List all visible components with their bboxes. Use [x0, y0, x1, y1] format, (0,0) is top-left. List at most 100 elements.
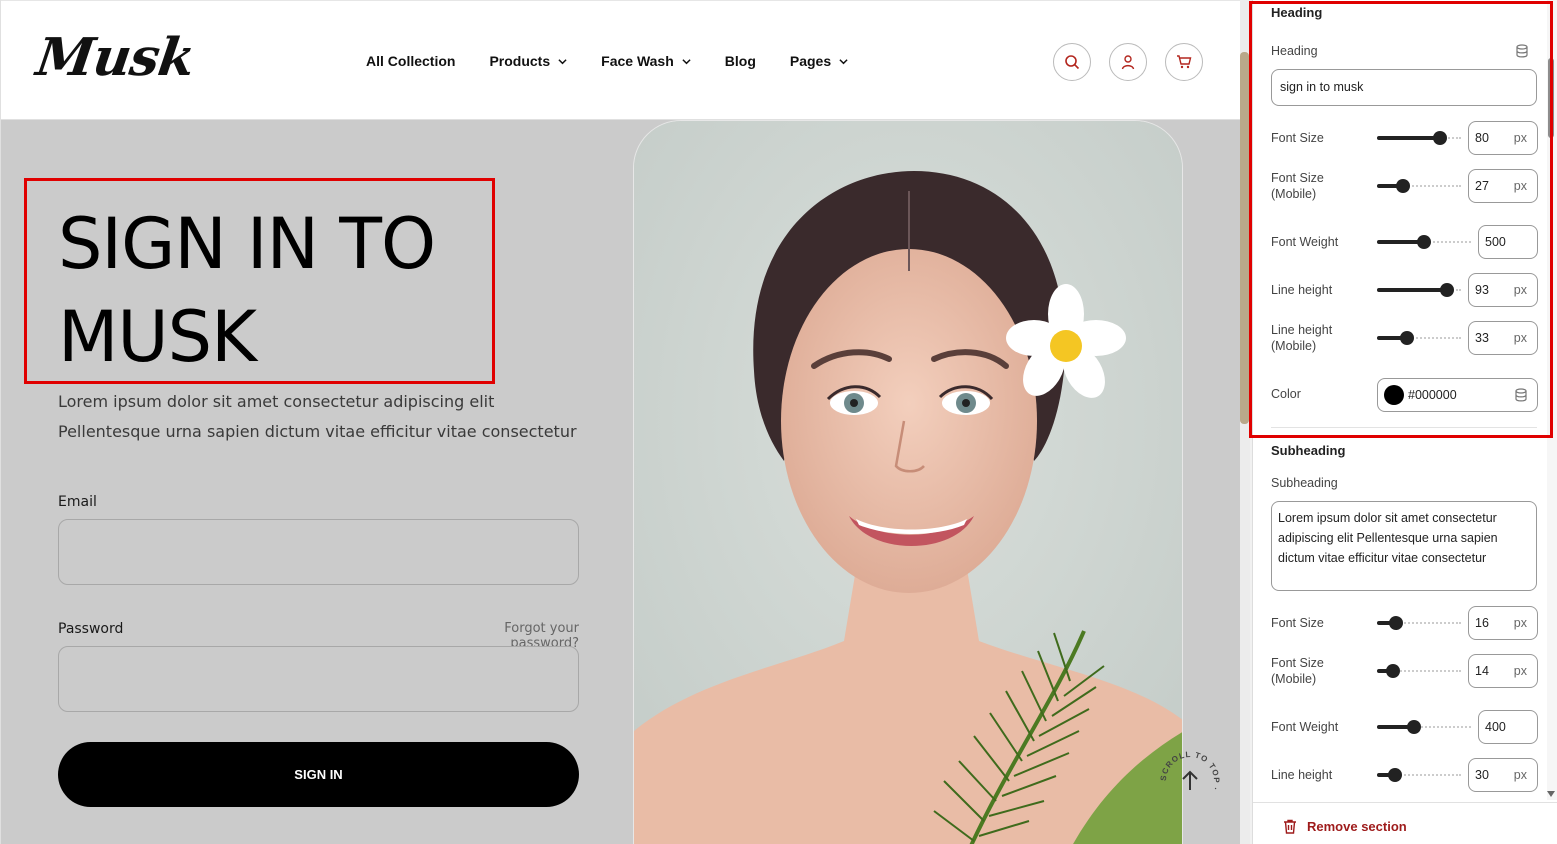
login-subheading: Lorem ipsum dolor sit amet consectetur a…	[58, 387, 598, 447]
unit-label: px	[1513, 664, 1527, 678]
slider-handle[interactable]	[1388, 768, 1403, 782]
font-weight-label: Font Weight	[1271, 235, 1339, 249]
slider-handle[interactable]	[1406, 720, 1421, 734]
line-height-mobile-label: Line height (Mobile)	[1271, 322, 1332, 354]
scroll-to-top-button[interactable]: SCROLL TO TOP ·	[1157, 748, 1223, 814]
nav-label: All Collection	[366, 53, 456, 69]
label-line: (Mobile)	[1271, 187, 1317, 201]
label-line: Font Size	[1271, 656, 1324, 670]
line-height-slider[interactable]	[1377, 282, 1461, 298]
nav-item-face-wash[interactable]: Face Wash	[601, 53, 691, 69]
model-portrait-image	[634, 121, 1182, 844]
nav-item-products[interactable]: Products	[489, 53, 567, 69]
heading-section-title: Heading	[1271, 5, 1323, 20]
unit-label: px	[1513, 768, 1527, 782]
font-size-mobile-label: Font Size (Mobile)	[1271, 170, 1324, 202]
color-swatch[interactable]	[1384, 385, 1404, 405]
slider-handle[interactable]	[1400, 331, 1415, 345]
input-value: 16	[1475, 616, 1489, 630]
sub-font-weight-slider[interactable]	[1377, 719, 1471, 735]
sub-font-size-slider[interactable]	[1377, 615, 1461, 631]
line-height-mobile-slider[interactable]	[1377, 330, 1461, 346]
label-line: (Mobile)	[1271, 672, 1317, 686]
font-size-input[interactable]: 80 px	[1468, 121, 1538, 155]
header-search-button[interactable]	[1053, 43, 1091, 81]
email-field[interactable]	[58, 519, 579, 585]
sub-font-size-mobile-input[interactable]: 14 px	[1468, 654, 1538, 688]
font-size-mobile-slider[interactable]	[1377, 178, 1461, 194]
dynamic-source-icon[interactable]	[1514, 388, 1528, 402]
font-weight-slider[interactable]	[1377, 234, 1471, 250]
slider-handle[interactable]	[1433, 131, 1447, 145]
sign-in-button[interactable]: SIGN IN	[58, 742, 579, 807]
sub-line-height-input[interactable]: 30 px	[1468, 758, 1538, 792]
slider-handle[interactable]	[1396, 179, 1411, 193]
slider-handle[interactable]	[1385, 664, 1400, 678]
unit-label: px	[1513, 283, 1527, 297]
nav-item-pages[interactable]: Pages	[790, 53, 848, 69]
nav-item-blog[interactable]: Blog	[725, 53, 756, 69]
panel-footer: Remove section	[1253, 802, 1557, 844]
unit-label: px	[1513, 179, 1527, 193]
line-height-input[interactable]: 93 px	[1468, 273, 1538, 307]
search-icon	[1065, 55, 1080, 70]
input-value: 80	[1475, 131, 1489, 145]
heading-text-input[interactable]: sign in to musk	[1271, 69, 1537, 106]
sub-line-height-slider[interactable]	[1377, 767, 1461, 783]
label-line: Font Size	[1271, 171, 1324, 185]
header-cart-button[interactable]	[1165, 43, 1203, 81]
slider-handle[interactable]	[1389, 616, 1404, 630]
nav-label: Face Wash	[601, 53, 674, 69]
site-header: Musk All Collection Products Face Wash B…	[1, 0, 1240, 120]
input-value: 93	[1475, 283, 1489, 297]
sub-font-size-label: Font Size	[1271, 616, 1324, 630]
nav-label: Pages	[789, 53, 832, 69]
font-size-label: Font Size	[1271, 131, 1324, 145]
sub-font-size-mobile-label: Font Size (Mobile)	[1271, 655, 1324, 687]
line-height-mobile-input[interactable]: 33 px	[1468, 321, 1538, 355]
chevron-down-icon	[682, 58, 691, 64]
slider-handle[interactable]	[1417, 235, 1431, 249]
sub-font-weight-input[interactable]: 400	[1478, 710, 1538, 744]
chevron-down-icon	[839, 58, 848, 64]
site-logo[interactable]: Musk	[33, 27, 198, 88]
nav-item-all-collection[interactable]: All Collection	[366, 53, 455, 69]
main-nav: All Collection Products Face Wash Blog P…	[366, 53, 882, 69]
panel-scroll-thumb[interactable]	[1548, 58, 1554, 138]
chevron-down-icon	[558, 58, 567, 64]
subheading-textarea[interactable]: Lorem ipsum dolor sit amet consectetur a…	[1271, 501, 1537, 591]
unit-label: px	[1513, 331, 1527, 345]
remove-section-button[interactable]: Remove section	[1283, 819, 1407, 834]
subheading-field-label: Subheading	[1271, 476, 1338, 490]
user-icon	[1121, 55, 1135, 70]
password-field[interactable]	[58, 646, 579, 712]
model-photo	[633, 120, 1183, 844]
editor-root: Musk All Collection Products Face Wash B…	[0, 0, 1557, 844]
nav-label: Products	[489, 53, 551, 69]
font-size-mobile-input[interactable]: 27 px	[1468, 169, 1538, 203]
unit-label: px	[1513, 131, 1527, 145]
email-label: Email	[58, 494, 97, 510]
slider-handle[interactable]	[1439, 283, 1454, 297]
color-hex-value: #000000	[1408, 388, 1457, 402]
settings-panel: Heading Heading sign in to musk Font Siz…	[1252, 0, 1557, 844]
storefront-preview: Musk All Collection Products Face Wash B…	[0, 0, 1240, 844]
section-divider	[1271, 427, 1537, 428]
preview-scroll-thumb[interactable]	[1240, 52, 1249, 424]
input-value: 30	[1475, 768, 1489, 782]
heading-field-label: Heading	[1271, 44, 1318, 58]
sub-font-size-mobile-slider[interactable]	[1377, 663, 1461, 679]
dynamic-source-icon[interactable]	[1515, 44, 1529, 58]
color-picker-input[interactable]: #000000	[1377, 378, 1538, 412]
input-value: 27	[1475, 179, 1489, 193]
scroll-down-arrow-icon[interactable]	[1546, 790, 1556, 798]
font-weight-input[interactable]: 500	[1478, 225, 1538, 259]
line-height-label: Line height	[1271, 283, 1333, 297]
color-label: Color	[1271, 387, 1301, 401]
input-value: 33	[1475, 331, 1489, 345]
sub-font-size-input[interactable]: 16 px	[1468, 606, 1538, 640]
subheading-line: Lorem ipsum dolor sit amet consectetur a…	[58, 392, 495, 411]
header-account-button[interactable]	[1109, 43, 1147, 81]
font-size-slider[interactable]	[1377, 130, 1461, 146]
settings-scroll-area: Heading Heading sign in to musk Font Siz…	[1253, 0, 1547, 844]
